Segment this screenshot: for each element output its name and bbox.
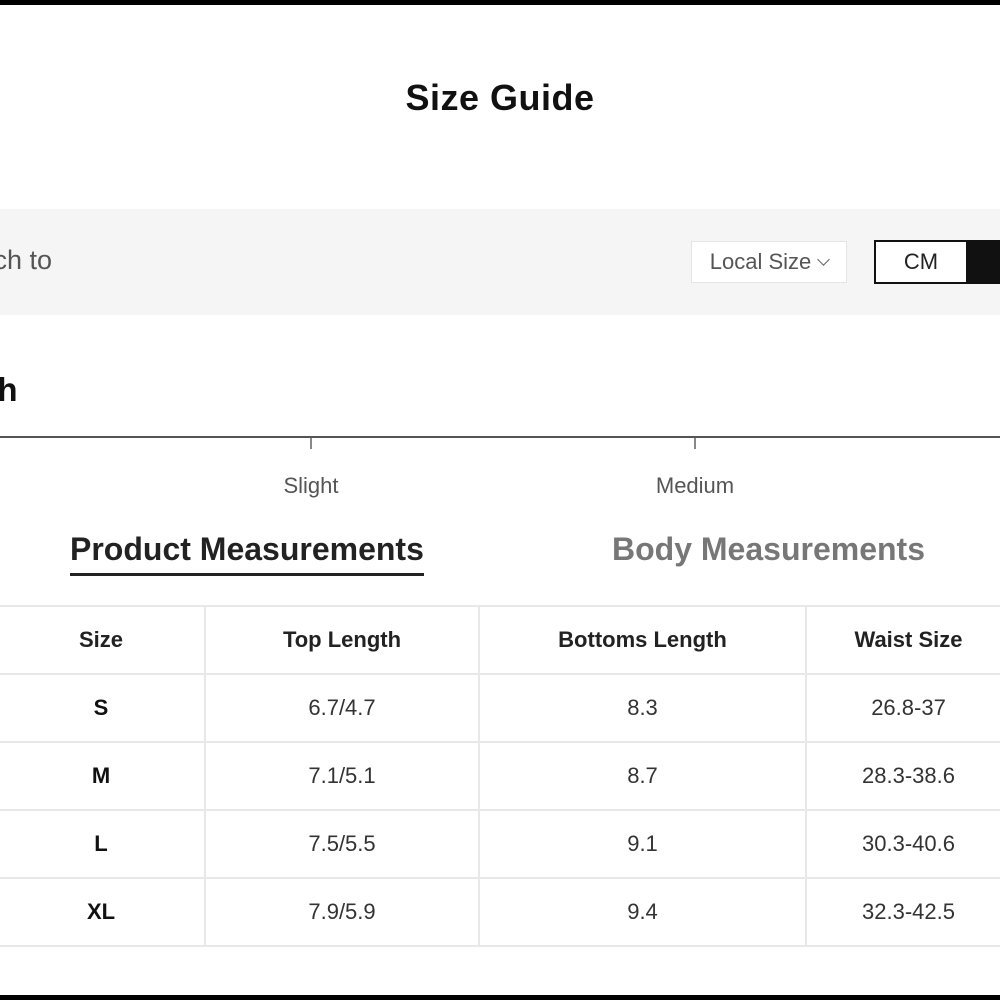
unit-toggle: CM <box>874 240 1000 284</box>
switch-to-label: tch to <box>0 245 53 275</box>
cell-waist-size: 26.8-37 <box>805 673 1000 743</box>
chevron-down-icon <box>817 252 831 266</box>
cell-waist-size: 32.3-42.5 <box>805 877 1000 947</box>
tab-product-measurements[interactable]: Product Measurements <box>70 531 424 576</box>
table-row: XL 7.9/5.9 9.4 32.3-42.5 <box>0 877 1000 947</box>
cell-bottoms-length: 9.1 <box>478 809 807 879</box>
unit-inch-button[interactable] <box>966 242 1000 282</box>
header-top-length: Top Length <box>204 605 480 675</box>
cell-bottoms-length: 8.3 <box>478 673 807 743</box>
table-row: L 7.5/5.5 9.1 30.3-40.6 <box>0 809 1000 879</box>
cell-size: L <box>0 809 206 879</box>
cell-size: XL <box>0 877 206 947</box>
stretch-tick-medium <box>694 438 696 449</box>
stretch-tick-slight <box>310 438 312 449</box>
table-row: S 6.7/4.7 8.3 26.8-37 <box>0 673 1000 743</box>
stretch-heading: tch <box>0 371 18 408</box>
header-size: Size <box>0 605 206 675</box>
page-title: Size Guide <box>405 77 595 118</box>
size-guide-page: Size Guide tch to Local Size CM tch Slig… <box>0 5 1000 995</box>
cell-top-length: 7.5/5.5 <box>204 809 480 879</box>
tab-body-measurements[interactable]: Body Measurements <box>612 531 925 568</box>
cell-bottoms-length: 8.7 <box>478 741 807 811</box>
table-row: M 7.1/5.1 8.7 28.3-38.6 <box>0 741 1000 811</box>
cell-bottoms-length: 9.4 <box>478 877 807 947</box>
size-table: Size Top Length Bottoms Length Waist Siz… <box>0 605 1000 947</box>
cell-size: S <box>0 673 206 743</box>
cell-size: M <box>0 741 206 811</box>
stretch-level-medium: Medium <box>655 473 735 498</box>
unit-cm-button[interactable]: CM <box>876 242 966 282</box>
header-bottoms-length: Bottoms Length <box>478 605 807 675</box>
local-size-label: Local Size <box>709 249 812 274</box>
unit-switch-bar: tch to Local Size CM <box>0 209 1000 315</box>
cell-waist-size: 28.3-38.6 <box>805 741 1000 811</box>
cell-waist-size: 30.3-40.6 <box>805 809 1000 879</box>
cell-top-length: 7.9/5.9 <box>204 877 480 947</box>
stretch-level-slight: Slight <box>283 473 339 498</box>
cell-top-length: 7.1/5.1 <box>204 741 480 811</box>
stretch-scale-line <box>0 436 1000 438</box>
cell-top-length: 6.7/4.7 <box>204 673 480 743</box>
local-size-dropdown[interactable]: Local Size <box>691 241 847 283</box>
table-header-row: Size Top Length Bottoms Length Waist Siz… <box>0 605 1000 675</box>
header-waist-size: Waist Size <box>805 605 1000 675</box>
